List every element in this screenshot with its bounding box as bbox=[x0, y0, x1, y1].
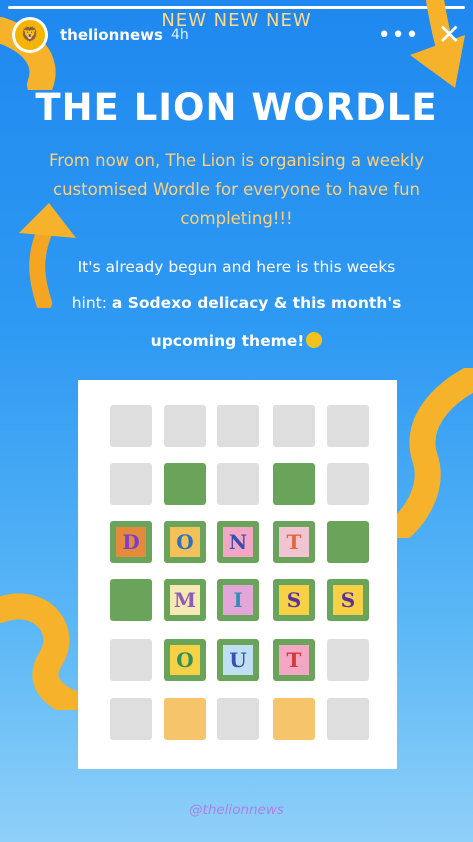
hint-line-1: It's already begun and here is this week… bbox=[77, 258, 396, 276]
wordle-tile bbox=[110, 639, 152, 681]
tile-letter: O bbox=[170, 645, 200, 675]
close-icon[interactable]: ✕ bbox=[438, 21, 461, 49]
tile-letter: D bbox=[116, 527, 146, 557]
wordle-tile bbox=[217, 405, 259, 447]
orange-squiggle-left-decoration bbox=[0, 593, 80, 710]
post-time: 4h bbox=[170, 27, 189, 43]
tile-letter: N bbox=[223, 527, 253, 557]
wordle-tile: T bbox=[273, 639, 315, 681]
tile-letter: I bbox=[223, 585, 253, 615]
wordle-tile: O bbox=[164, 639, 206, 681]
wordle-tile bbox=[164, 405, 206, 447]
hint-line-3: upcoming theme! bbox=[0, 332, 473, 350]
handle-text: @thelionnews bbox=[189, 802, 284, 818]
wordle-tile bbox=[327, 521, 369, 563]
wordle-tile bbox=[273, 463, 315, 505]
wordle-tile bbox=[327, 463, 369, 505]
hint-prefix: hint: bbox=[71, 294, 112, 312]
wordle-tile bbox=[164, 463, 206, 505]
username[interactable]: thelionnews bbox=[60, 26, 163, 44]
lion-logo-icon: 🦁 bbox=[15, 20, 45, 50]
wordle-tile bbox=[273, 698, 315, 740]
wordle-tile bbox=[110, 579, 152, 621]
story-view[interactable]: NEW NEW NEW 🦁 thelionnews 4h ••• ✕ THE L… bbox=[0, 0, 473, 842]
wordle-tile: S bbox=[327, 579, 369, 621]
story-header: 🦁 thelionnews 4h ••• ✕ bbox=[12, 14, 461, 56]
hint-line-2: hint: a Sodexo delicacy & this month's bbox=[0, 294, 473, 312]
wordle-tile bbox=[217, 698, 259, 740]
emoji-icon bbox=[306, 332, 323, 348]
wordle-tile: N bbox=[217, 521, 259, 563]
wordle-tile bbox=[110, 698, 152, 740]
intro-text: From now on, The Lion is organising a we… bbox=[48, 151, 425, 228]
profile-avatar[interactable]: 🦁 bbox=[12, 17, 48, 53]
wordle-tile: M bbox=[164, 579, 206, 621]
wordle-tile bbox=[217, 463, 259, 505]
wordle-board: DONTMISSOUT bbox=[78, 380, 397, 769]
wordle-tile: U bbox=[217, 639, 259, 681]
orange-squiggle-right-decoration bbox=[395, 368, 473, 538]
tile-letter: S bbox=[333, 585, 363, 615]
more-horizontal-icon[interactable]: ••• bbox=[378, 23, 420, 48]
wordle-tile: O bbox=[164, 521, 206, 563]
tile-letter: U bbox=[223, 645, 253, 675]
tile-letter: T bbox=[279, 527, 309, 557]
wordle-tile bbox=[327, 405, 369, 447]
wordle-tile bbox=[327, 639, 369, 681]
wordle-tile bbox=[110, 463, 152, 505]
wordle-tile bbox=[110, 405, 152, 447]
tile-letter: O bbox=[170, 527, 200, 557]
tile-letter: S bbox=[279, 585, 309, 615]
wordle-tile: S bbox=[273, 579, 315, 621]
wordle-tile: I bbox=[217, 579, 259, 621]
wordle-tile bbox=[164, 698, 206, 740]
wordle-tile: D bbox=[110, 521, 152, 563]
hint-bold-text: a Sodexo delicacy & this month's bbox=[111, 294, 402, 312]
hint-line-3-text: upcoming theme! bbox=[150, 332, 305, 350]
tile-letter: T bbox=[279, 645, 309, 675]
wordle-tile: T bbox=[273, 521, 315, 563]
story-title: THE LION WORDLE bbox=[35, 86, 438, 129]
tile-letter: M bbox=[170, 585, 200, 615]
wordle-tile bbox=[273, 405, 315, 447]
wordle-tile bbox=[327, 698, 369, 740]
